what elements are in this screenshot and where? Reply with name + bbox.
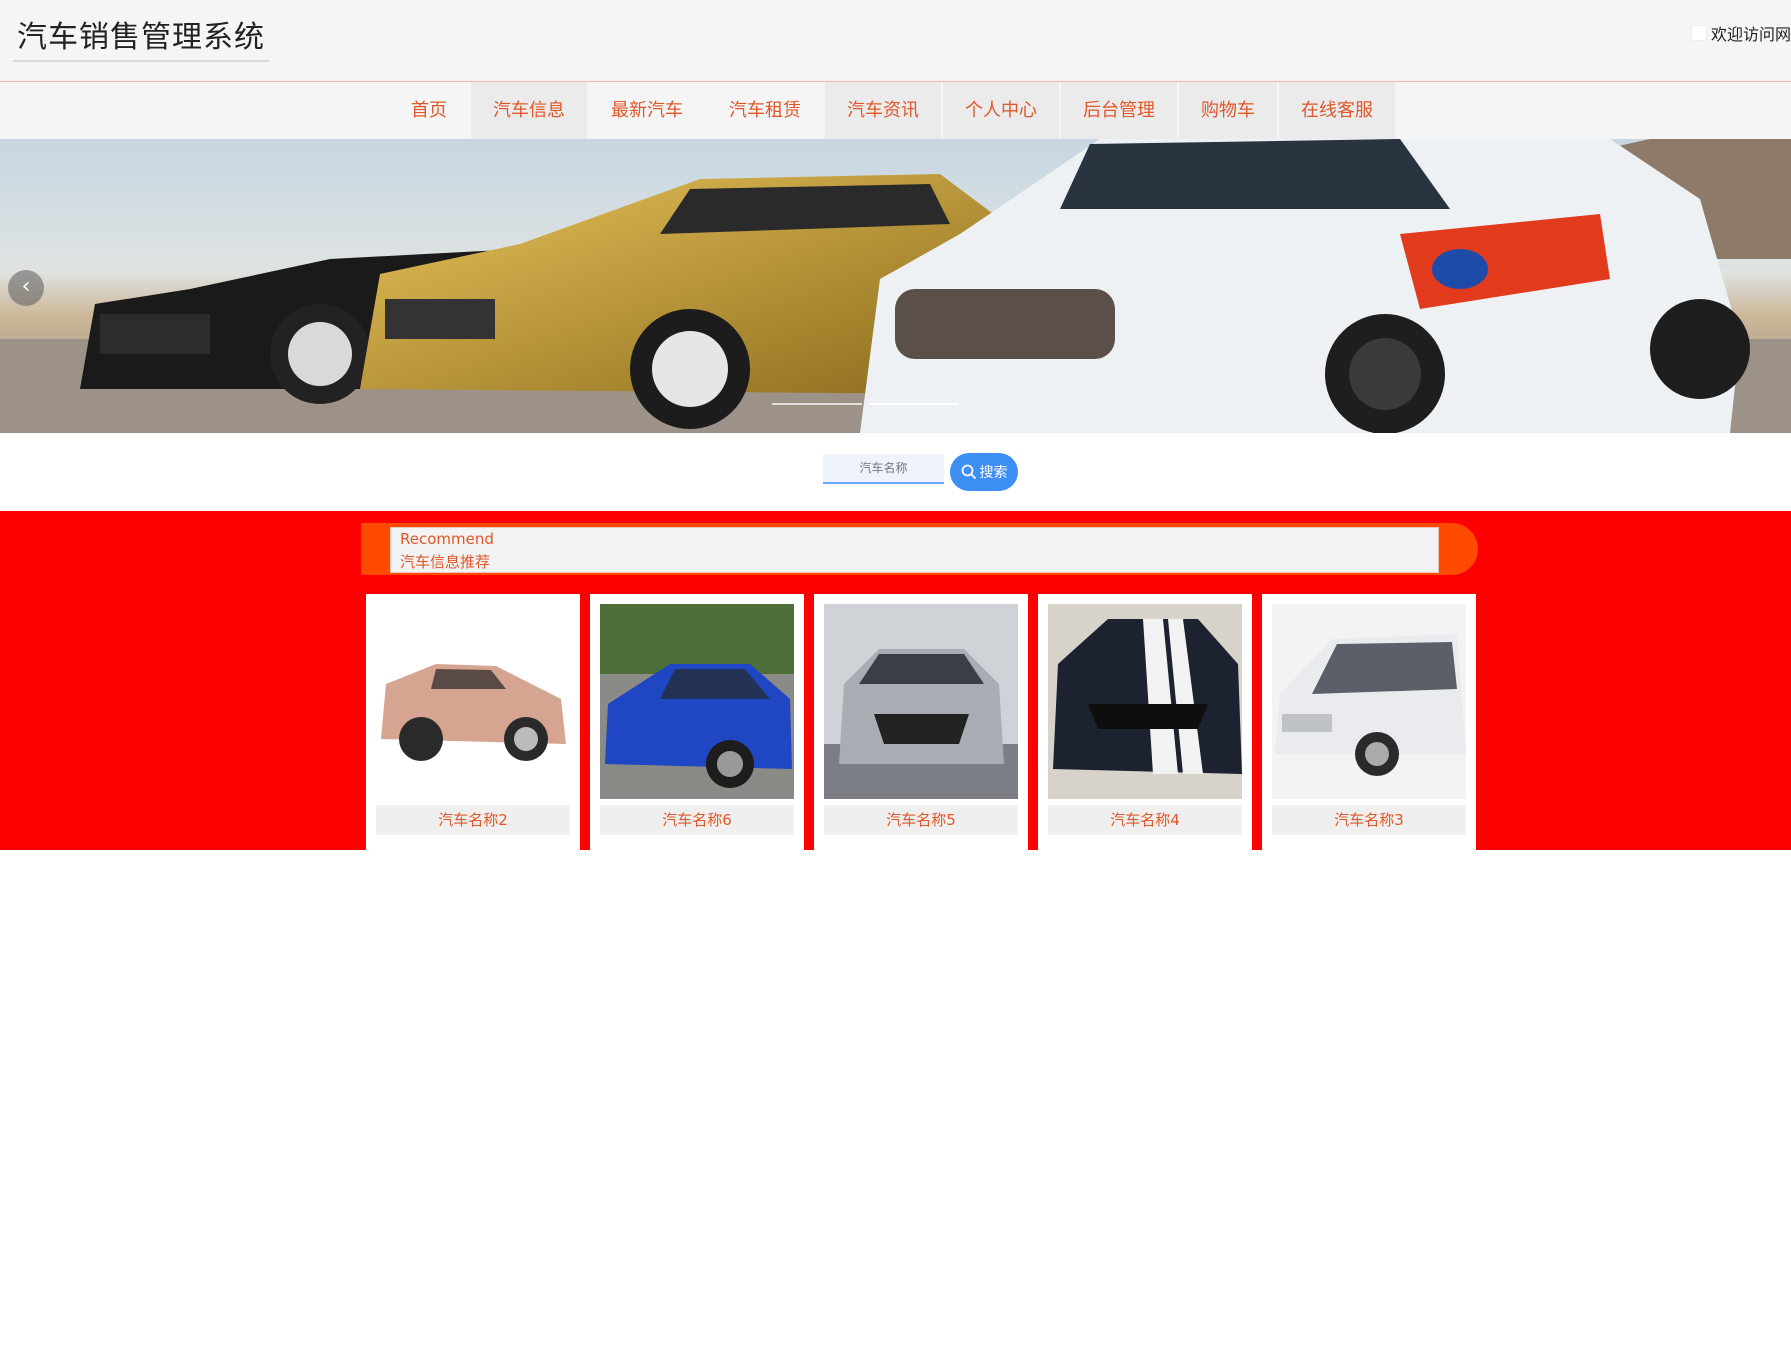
- welcome-message: 欢迎访问网: [1690, 21, 1791, 45]
- recommend-section: Recommend 汽车信息推荐 汽车名称2 汽车名称6 汽车名称5 汽车名称4…: [0, 511, 1791, 1353]
- nav-item-car-info[interactable]: 汽车信息: [471, 82, 587, 139]
- chevron-left-icon: ‹: [21, 274, 31, 299]
- nav-item-home[interactable]: 首页: [389, 82, 469, 139]
- nav-item-admin[interactable]: 后台管理: [1061, 82, 1177, 139]
- car-name[interactable]: 汽车名称6: [600, 805, 794, 835]
- car-card-list: 汽车名称2 汽车名称6 汽车名称5 汽车名称4 汽车名称3: [366, 594, 1476, 850]
- carousel-prev-button[interactable]: ‹: [8, 270, 44, 306]
- car-image[interactable]: [600, 604, 794, 799]
- nav-item-online-service[interactable]: 在线客服: [1279, 82, 1395, 139]
- carousel-indicators: [772, 403, 959, 405]
- car-card[interactable]: 汽车名称4: [1038, 594, 1252, 850]
- car-image[interactable]: [376, 604, 570, 799]
- nav-item-car-rental[interactable]: 汽车租赁: [707, 82, 823, 139]
- recommend-title-cn: 汽车信息推荐: [400, 553, 491, 571]
- nav-item-latest-cars[interactable]: 最新汽车: [589, 82, 705, 139]
- car-name-search-input[interactable]: [823, 454, 944, 484]
- car-card[interactable]: 汽车名称3: [1262, 594, 1476, 850]
- carousel-dot-active[interactable]: [869, 403, 959, 405]
- car-name[interactable]: 汽车名称5: [824, 805, 1018, 835]
- nav-item-cart[interactable]: 购物车: [1179, 82, 1277, 139]
- car-card[interactable]: 汽车名称6: [590, 594, 804, 850]
- car-name[interactable]: 汽车名称4: [1048, 805, 1242, 835]
- banner-carousel[interactable]: ‹: [0, 139, 1791, 433]
- car-image[interactable]: [1048, 604, 1242, 799]
- car-name[interactable]: 汽车名称2: [376, 805, 570, 835]
- car-card[interactable]: 汽车名称5: [814, 594, 1028, 850]
- search-icon: [961, 464, 976, 480]
- nav-item-personal-center[interactable]: 个人中心: [943, 82, 1059, 139]
- recommend-header: Recommend 汽车信息推荐: [361, 523, 1478, 575]
- carousel-dot[interactable]: [772, 403, 862, 405]
- nav-item-car-news[interactable]: 汽车资讯: [825, 82, 941, 139]
- car-image[interactable]: [1272, 604, 1466, 799]
- search-button-label: 搜索: [979, 465, 1008, 481]
- search-section: 搜索: [0, 433, 1791, 511]
- car-card[interactable]: 汽车名称2: [366, 594, 580, 850]
- recommend-title-en: Recommend: [400, 530, 494, 548]
- square-icon: [1690, 25, 1707, 41]
- car-name[interactable]: 汽车名称3: [1272, 805, 1466, 835]
- car-image[interactable]: [824, 604, 1018, 799]
- welcome-text: 欢迎访问网: [1710, 25, 1791, 44]
- main-nav: 首页 汽车信息 最新汽车 汽车租赁 汽车资讯 个人中心 后台管理 购物车 在线客…: [0, 82, 1791, 139]
- search-button[interactable]: 搜索: [950, 453, 1018, 491]
- watermark-text: CSDN @米恩计算机程序设计: [1550, 1333, 1774, 1353]
- site-header: 汽车销售管理系统 欢迎访问网: [0, 0, 1791, 82]
- site-title: 汽车销售管理系统: [13, 12, 269, 62]
- banner-image: [0, 139, 1791, 433]
